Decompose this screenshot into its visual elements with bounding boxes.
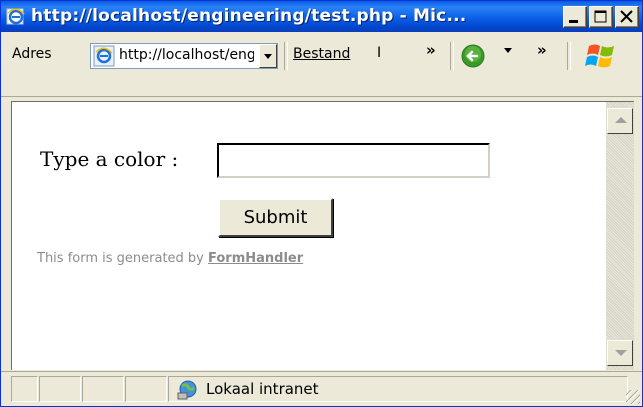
address-bar[interactable]: http://localhost/engineering/test.php [90,43,278,69]
browser-window: http://localhost/engineering/test.php - … [0,0,643,407]
close-button[interactable] [615,6,639,28]
window-controls [563,6,639,28]
status-pane [125,376,167,402]
toolbar-separator [567,42,571,70]
menu-overflow-chevron[interactable]: » [426,41,436,59]
submit-button[interactable]: Submit [218,198,333,237]
close-icon [620,10,633,23]
scroll-up-button[interactable] [607,108,633,134]
scroll-down-button[interactable] [607,340,633,366]
form-credit: This form is generated by FormHandler [37,251,303,266]
zone-label: Lokaal intranet [206,380,319,398]
ie-page-icon [93,45,115,67]
maximize-button[interactable] [589,6,613,28]
windows-logo-icon [585,44,614,68]
page-content: Type a color : Submit This form is gener… [11,101,607,370]
resize-grip[interactable] [626,390,640,404]
minimize-button[interactable] [563,6,587,28]
toolbar-overflow-chevron[interactable]: » [537,41,547,59]
minimize-icon [569,20,578,23]
toolbar-separator [284,42,288,70]
credit-prefix: This form is generated by [37,251,209,266]
address-input[interactable]: http://localhost/engineering/test.php [119,47,254,63]
maximize-icon [594,10,607,23]
back-arrow-icon[interactable] [461,44,485,68]
status-bar: Lokaal intranet [1,371,642,406]
status-pane [39,376,81,402]
menu-bestand-label: Bestand [293,46,351,62]
status-pane [82,376,124,402]
window-title: http://localhost/engineering/test.php - … [31,6,467,26]
toolbar-row: Adres http://localhost/engineering/test.… [1,36,642,72]
vertical-scrollbar[interactable] [606,101,634,370]
toolbar-separator [450,42,454,70]
color-input[interactable] [217,143,490,178]
chevron-up-icon [615,117,627,123]
menu-truncated-item[interactable]: I [377,45,381,61]
back-dropdown-icon[interactable] [503,45,513,55]
intranet-globe-icon [177,380,197,400]
address-dropdown-button[interactable] [259,44,277,68]
status-pane [11,376,38,402]
chevron-down-icon [615,350,627,356]
title-bar[interactable]: http://localhost/engineering/test.php - … [1,1,642,32]
color-field-label: Type a color : [40,147,179,171]
address-label: Adres [12,46,52,62]
toolbar: Adres http://localhost/engineering/test.… [1,32,642,97]
chevron-down-icon [264,54,272,59]
ie-icon [6,8,25,25]
formhandler-link[interactable]: FormHandler [208,251,303,266]
menu-bestand[interactable]: Bestand [293,46,350,62]
